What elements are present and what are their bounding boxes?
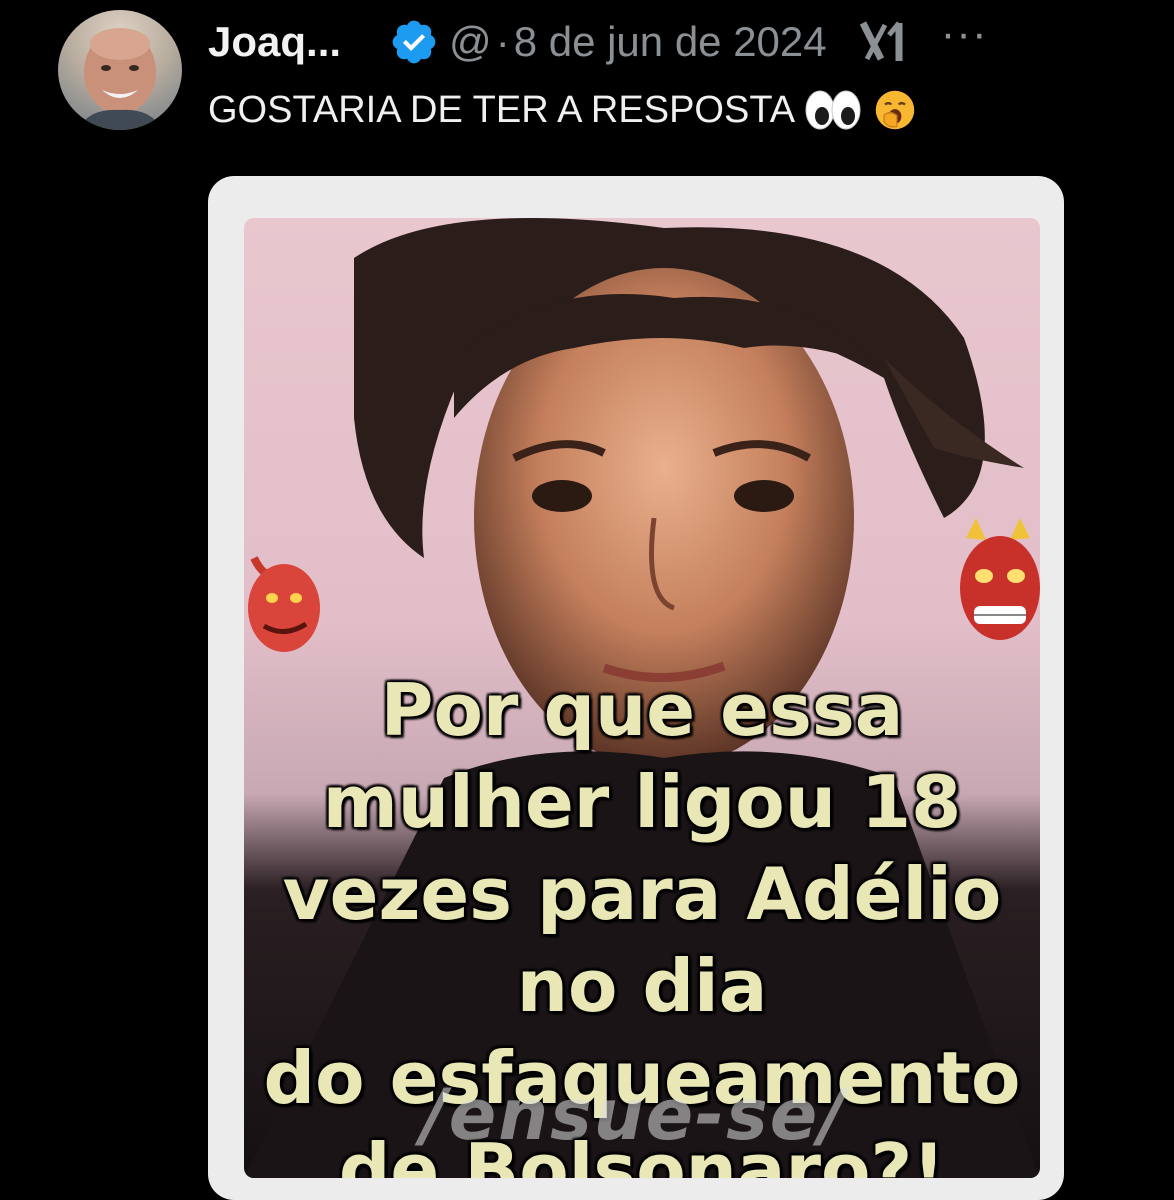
caption-line: vezes para Adélio <box>282 852 1002 936</box>
goblin-mask-emoji-right <box>960 518 1040 640</box>
caption-line: no dia <box>516 944 768 1028</box>
more-options-icon[interactable]: ··· <box>941 4 988 64</box>
angry-devil-emoji-left <box>248 556 320 652</box>
meme-caption: Por que essa mulher ligou 18 vezes para … <box>244 664 1040 1124</box>
post-text-row: GOSTARIA DE TER A RESPOSTA <box>208 80 919 140</box>
caption-line: de Bolsonaro?! <box>338 1128 946 1178</box>
author-name[interactable]: Joaq... <box>208 12 341 72</box>
verified-badge-icon <box>389 17 439 67</box>
meme-caption-last-line: de Bolsonaro?! <box>244 1124 1040 1178</box>
yawning-face-emoji-icon <box>871 88 919 132</box>
grok-icon[interactable] <box>859 19 909 65</box>
meme-image: Por que essa mulher ligou 18 vezes para … <box>244 218 1040 1178</box>
avatar[interactable] <box>58 10 182 130</box>
author-handle[interactable]: @· <box>449 12 514 72</box>
eyes-emoji-icon <box>803 88 863 132</box>
caption-line: mulher ligou 18 <box>322 760 962 844</box>
post-header: Joaq... @· 8 de jun de 2024 ··· <box>208 9 988 72</box>
post-text: GOSTARIA DE TER A RESPOSTA <box>208 88 796 131</box>
separator-dot: · <box>495 18 510 65</box>
caption-line: Por que essa <box>380 668 904 752</box>
post-media[interactable]: Por que essa mulher ligou 18 vezes para … <box>208 176 1064 1200</box>
post-date[interactable]: 8 de jun de 2024 <box>514 12 827 72</box>
